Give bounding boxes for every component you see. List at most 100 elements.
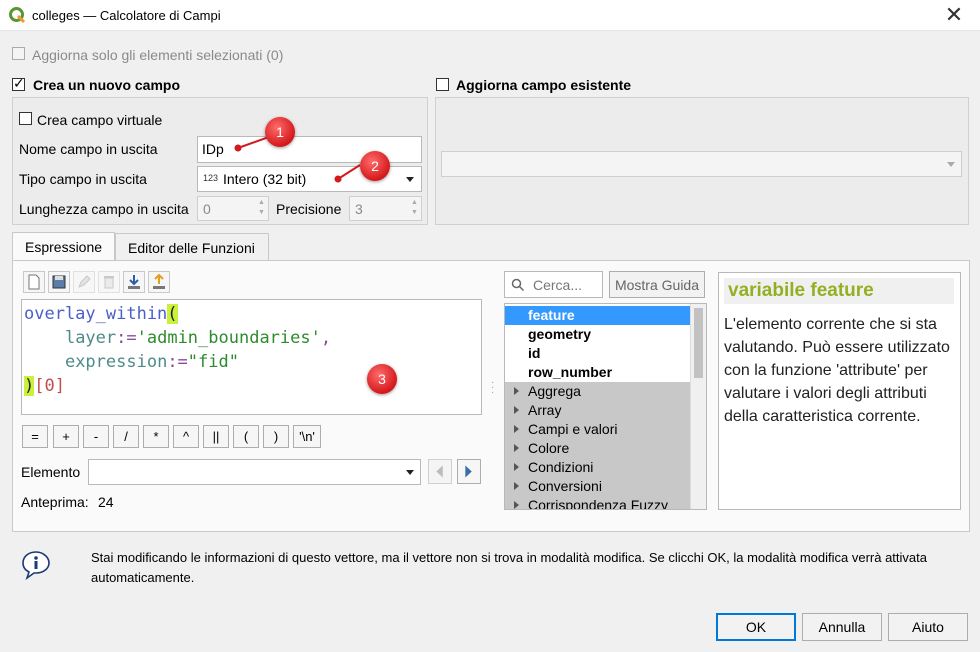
annotation-marker-1: 1 bbox=[265, 117, 295, 147]
spin-up-icon: ▲ bbox=[258, 199, 265, 206]
spin-down-icon: ▼ bbox=[258, 209, 265, 216]
spin-up-icon: ▲ bbox=[411, 199, 418, 206]
expression-editor[interactable]: overlay_within( layer:='admin_boundaries… bbox=[21, 299, 482, 415]
next-feature-button[interactable] bbox=[457, 459, 481, 484]
tree-group-corrispondenza-fuzzy[interactable]: Corrispondenza Fuzzy bbox=[505, 496, 691, 510]
tree-group-array[interactable]: Array bbox=[505, 401, 691, 420]
tree-group-label: Aggrega bbox=[528, 383, 581, 399]
tree-group-conversioni[interactable]: Conversioni bbox=[505, 477, 691, 496]
argument-token: expression bbox=[64, 352, 168, 372]
tab-expression[interactable]: Espressione bbox=[12, 232, 115, 261]
import-icon[interactable] bbox=[123, 271, 145, 293]
preview-label: Anteprima: bbox=[21, 494, 89, 510]
tree-group-label: Campi e valori bbox=[528, 421, 618, 437]
field-name-label: Nome campo in uscita bbox=[19, 141, 158, 157]
operator-token: := bbox=[167, 352, 188, 372]
operator-newline-button[interactable]: '\n' bbox=[293, 425, 321, 448]
save-icon[interactable] bbox=[48, 271, 70, 293]
create-new-field-label: Crea un nuovo campo bbox=[33, 77, 181, 93]
expand-arrow-icon bbox=[514, 387, 519, 395]
tree-group-label: Array bbox=[528, 402, 562, 418]
field-type-label: Tipo campo in uscita bbox=[19, 171, 147, 187]
tree-item-id[interactable]: id bbox=[505, 344, 691, 363]
previous-feature-button[interactable] bbox=[428, 459, 452, 484]
tab-function-editor[interactable]: Editor delle Funzioni bbox=[115, 233, 269, 261]
close-paren-token: ) bbox=[24, 376, 35, 396]
operator-power-button[interactable]: ^ bbox=[173, 425, 199, 448]
close-icon[interactable]: ✕ bbox=[936, 3, 972, 27]
tab-expression-label: Espressione bbox=[25, 239, 103, 255]
help-title: variabile feature bbox=[724, 278, 954, 304]
expand-arrow-icon bbox=[514, 463, 519, 471]
help-body: L'elemento corrente che si sta valutando… bbox=[724, 316, 950, 425]
expand-arrow-icon bbox=[514, 444, 519, 452]
new-file-icon[interactable] bbox=[23, 271, 45, 293]
tree-group-condizioni[interactable]: Condizioni bbox=[505, 458, 691, 477]
help-button[interactable]: Aiuto bbox=[888, 613, 968, 641]
operator-minus-button[interactable]: - bbox=[83, 425, 109, 448]
info-message: Stai modificando le informazioni di ques… bbox=[91, 550, 927, 585]
precision-value: 3 bbox=[355, 201, 363, 217]
annotation-marker-2: 2 bbox=[360, 151, 390, 181]
element-select[interactable] bbox=[88, 459, 421, 485]
tree-group-campi-e-valori[interactable]: Campi e valori bbox=[505, 420, 691, 439]
expand-arrow-icon bbox=[514, 406, 519, 414]
help-panel: variabile feature L'elemento corrente ch… bbox=[718, 272, 961, 510]
annotation-marker-3: 3 bbox=[367, 364, 397, 394]
tree-group-colore[interactable]: Colore bbox=[505, 439, 691, 458]
ok-button[interactable]: OK bbox=[716, 613, 796, 641]
operator-plus-button[interactable]: + bbox=[53, 425, 79, 448]
chevron-down-icon bbox=[947, 162, 955, 167]
scrollbar-thumb[interactable] bbox=[694, 308, 703, 378]
tree-group-label: Conversioni bbox=[528, 478, 602, 494]
precision-spinbox[interactable]: 3 ▲ ▼ bbox=[349, 196, 422, 221]
operator-divide-button[interactable]: / bbox=[113, 425, 139, 448]
search-placeholder: Cerca... bbox=[533, 277, 583, 293]
string-token: "fid" bbox=[187, 352, 239, 372]
tree-group-label: Condizioni bbox=[528, 459, 594, 475]
code-line: layer:='admin_boundaries', bbox=[24, 326, 479, 350]
operator-multiply-button[interactable]: * bbox=[143, 425, 169, 448]
update-selected-checkbox[interactable] bbox=[12, 47, 26, 61]
expand-arrow-icon bbox=[514, 425, 519, 433]
cancel-button[interactable]: Annulla bbox=[802, 613, 882, 641]
spin-down-icon: ▼ bbox=[411, 209, 418, 216]
virtual-field-checkbox[interactable] bbox=[19, 112, 33, 126]
edit-icon[interactable] bbox=[73, 271, 95, 293]
info-icon bbox=[22, 551, 50, 581]
existing-field-select[interactable] bbox=[441, 151, 962, 177]
arrow-right-icon bbox=[465, 465, 472, 478]
code-line: expression:="fid" bbox=[24, 350, 479, 374]
create-new-field-checkbox[interactable] bbox=[12, 75, 26, 92]
comma-token: , bbox=[320, 328, 332, 348]
search-input[interactable]: Cerca... bbox=[504, 271, 603, 298]
operator-close-paren-button[interactable]: ) bbox=[263, 425, 289, 448]
arrow-left-icon bbox=[436, 465, 443, 478]
tree-group-label: Corrispondenza Fuzzy bbox=[528, 497, 669, 510]
search-icon bbox=[511, 278, 525, 292]
chevron-down-icon bbox=[406, 177, 414, 182]
tree-scrollbar[interactable] bbox=[690, 304, 706, 509]
tree-item-row-number[interactable]: row_number bbox=[505, 363, 691, 382]
operator-concat-button[interactable]: || bbox=[203, 425, 229, 448]
tree-item-geometry[interactable]: geometry bbox=[505, 325, 691, 344]
show-help-button[interactable]: Mostra Guida bbox=[609, 271, 705, 298]
operator-equals-button[interactable]: = bbox=[22, 425, 48, 448]
title-bar: colleges — Calcolatore di Campi ✕ bbox=[0, 0, 980, 31]
function-tree[interactable]: feature geometry id row_number Aggrega A… bbox=[504, 303, 707, 510]
splitter-handle[interactable]: · · · bbox=[491, 378, 494, 398]
tab-function-editor-label: Editor delle Funzioni bbox=[128, 240, 255, 256]
update-existing-field-checkbox[interactable] bbox=[436, 78, 450, 92]
precision-label: Precisione bbox=[276, 201, 342, 217]
operator-token: := bbox=[116, 328, 137, 348]
open-paren-token: ( bbox=[167, 304, 178, 324]
delete-icon[interactable] bbox=[98, 271, 120, 293]
tree-group-aggrega[interactable]: Aggrega bbox=[505, 382, 691, 401]
operator-open-paren-button[interactable]: ( bbox=[233, 425, 259, 448]
field-length-spinbox[interactable]: 0 ▲ ▼ bbox=[197, 196, 269, 221]
index-token: [0] bbox=[34, 376, 65, 396]
tree-item-feature[interactable]: feature bbox=[505, 306, 691, 325]
export-icon[interactable] bbox=[148, 271, 170, 293]
